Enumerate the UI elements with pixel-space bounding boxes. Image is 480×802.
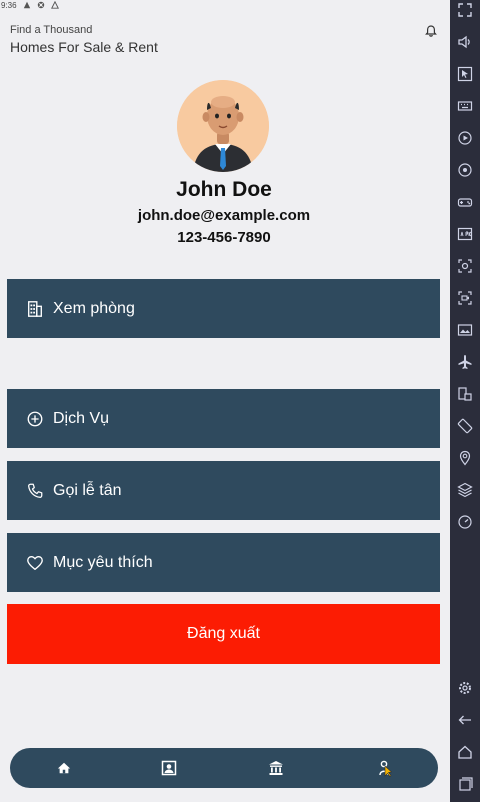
services-button[interactable]: Dịch Vụ [7,389,440,448]
home-nav-icon[interactable] [457,744,473,760]
back-icon[interactable] [457,712,473,728]
blocked-icon [37,1,45,9]
phone-icon [25,481,45,501]
call-reception-button[interactable]: Gọi lễ tân [7,461,440,520]
sync-icon [50,0,59,9]
record-icon[interactable] [457,130,473,146]
profile-email: john.doe@example.com [137,207,311,224]
pointer-icon[interactable] [457,66,473,82]
person-icon[interactable] [376,760,392,777]
logout-button[interactable]: Đăng xuất [7,604,440,664]
bank-icon[interactable] [268,760,284,776]
call-reception-label: Gọi lễ tân [53,481,122,499]
heart-icon [25,553,45,573]
multi-instance-icon[interactable] [457,386,473,402]
profile-name: John Doe [176,178,272,201]
rotate-icon[interactable] [457,418,473,434]
location-icon[interactable] [457,450,473,466]
logout-label: Đăng xuất [187,625,260,642]
view-rooms-button[interactable]: Xem phòng [7,279,440,338]
macro-icon[interactable] [457,162,473,178]
warning-icon [23,1,31,9]
status-bar: 9:36 [0,0,450,10]
app-header: Find a Thousand Homes For Sale & Rent [10,24,440,58]
building-icon [25,299,45,319]
gamepad-icon[interactable] [457,194,473,210]
bottom-navigation [10,748,438,788]
contact-card-icon[interactable] [161,760,177,776]
performance-icon[interactable] [457,514,473,530]
airplane-icon[interactable] [457,354,473,370]
settings-icon[interactable] [457,680,473,696]
favorites-label: Mục yêu thích [53,553,153,571]
gallery-icon[interactable] [457,322,473,338]
avatar[interactable] [177,80,269,172]
services-label: Dịch Vụ [53,409,110,427]
plus-circle-icon [25,409,45,429]
emulator-toolbar [450,0,480,802]
bell-icon[interactable] [424,24,438,38]
apk-icon[interactable] [457,226,473,242]
profile-phone: 123-456-7890 [177,229,271,246]
screenshot-icon[interactable] [457,258,473,274]
volume-icon[interactable] [457,34,473,50]
status-time: 9:36 [1,0,17,10]
view-rooms-label: Xem phòng [53,299,135,317]
screen-record-icon[interactable] [457,290,473,306]
keyboard-icon[interactable] [457,98,473,114]
layers-icon[interactable] [457,482,473,498]
fullscreen-icon[interactable] [457,2,473,18]
home-icon[interactable] [56,760,72,776]
header-subtitle: Find a Thousand [10,24,93,36]
favorites-button[interactable]: Mục yêu thích [7,533,440,592]
recent-apps-icon[interactable] [457,776,473,792]
app-screen: 9:36 Find a Thousand Homes For Sale & Re… [0,0,450,802]
header-title: Homes For Sale & Rent [10,39,158,55]
